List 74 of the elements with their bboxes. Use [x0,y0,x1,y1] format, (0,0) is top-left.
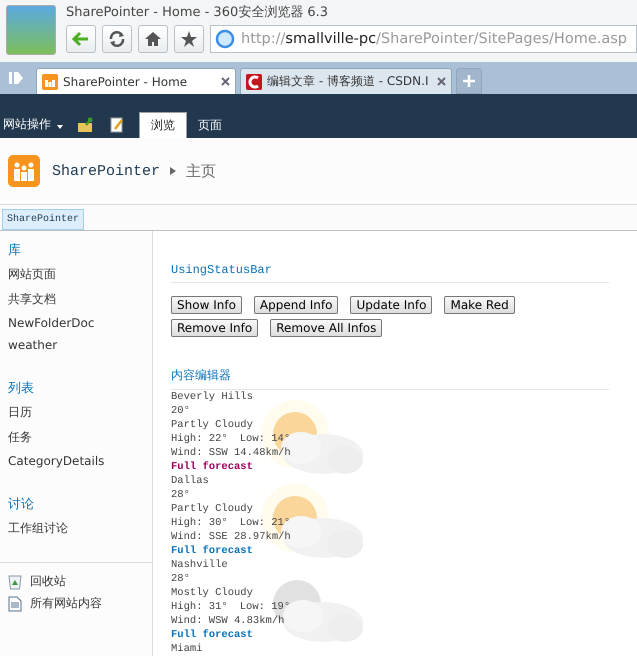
refresh-button[interactable] [102,25,132,53]
site-content-link[interactable]: 回收站 [30,573,66,590]
quick-launch-link[interactable]: weather [8,335,144,357]
site-actions-menu[interactable]: 网站操作 [3,116,51,138]
ribbon-tab[interactable]: 浏览 [139,112,187,138]
close-icon[interactable] [221,77,230,86]
quick-launch-heading[interactable]: 列表 [8,377,144,401]
address-field[interactable]: http://smallville-pc/SharePointer/SitePages/Home.asp [210,25,637,53]
status-button[interactable]: Show Info [171,296,242,314]
home-icon [144,31,162,47]
back-button[interactable] [66,25,96,53]
low-temperature: Low: 21° [240,516,290,530]
browser-tab[interactable]: SharePointer - Home [36,68,236,94]
globe-icon [215,29,235,49]
quick-launch-link[interactable]: NewFolderDoc [8,313,144,335]
star-icon [180,30,198,48]
quick-launch-heading[interactable]: 讨论 [8,493,144,517]
browser-tab[interactable]: 编辑文章 - 博客频道 - CSDN.I [240,68,452,94]
quick-launch-heading[interactable]: 库 [8,239,144,263]
forecast-link[interactable]: Full forecast [171,545,253,557]
caret-icon[interactable] [57,125,63,129]
plus-icon [463,75,475,87]
wind-info: Wind: SSE 28.97km/h [171,530,292,544]
c-logo-icon [246,74,262,90]
forecast-link[interactable]: Full forecast [171,629,253,641]
high-temperature: High: 31° [171,600,228,614]
breadcrumb-arrow-icon [170,167,176,175]
weather-condition: Partly Cloudy [171,418,254,432]
weather-condition: Mostly Cloudy [171,586,254,600]
temperature: 28° [171,488,191,502]
refresh-icon [108,30,126,48]
web-part-title: 内容编辑器 [171,367,609,390]
status-button[interactable]: Remove Info [171,319,258,337]
status-button[interactable]: Remove All Infos [270,319,382,337]
weather-condition: Partly Cloudy [171,502,254,516]
low-temperature: Low: 19° [240,600,290,614]
status-button[interactable]: Update Info [350,296,432,314]
top-nav-link[interactable]: SharePointer [2,209,84,230]
document-icon [8,596,22,612]
wind-info: Wind: WSW 4.83km/h [171,614,286,628]
window-title: SharePointer - Home - 360安全浏览器 6.3 [66,4,330,22]
quick-launch-link[interactable]: 任务 [8,426,144,451]
edit-page-icon[interactable] [109,117,125,133]
back-arrow-icon [72,31,90,47]
quick-launch-link[interactable]: CategoryDetails [8,451,144,473]
city-name: Beverly Hills [171,390,254,404]
quick-launch-link[interactable]: 工作组讨论 [8,517,144,542]
city-name: Miami [171,642,204,656]
web-part-title: UsingStatusBar [171,263,609,283]
forecast-link[interactable]: Full forecast [171,461,253,473]
status-button[interactable]: Append Info [254,296,338,314]
city-name: Nashville [171,558,229,572]
close-icon[interactable] [437,77,446,86]
page-title: 主页 [186,162,216,180]
quick-launch-link[interactable]: 日历 [8,401,144,426]
avatar-placeholder [6,5,56,55]
status-button[interactable]: Make Red [444,296,515,314]
wind-info: Wind: SSW 14.48km/h [171,446,292,460]
ribbon-tab[interactable]: 页面 [187,113,233,138]
home-button[interactable] [138,25,168,53]
high-temperature: High: 22° [171,432,228,446]
city-name: Dallas [171,474,210,488]
low-temperature: Low: 14° [240,432,290,446]
temperature: 20° [171,404,191,418]
high-temperature: High: 30° [171,516,228,530]
sidebar-toggle-icon[interactable] [8,71,24,85]
temperature: 28° [171,572,191,586]
quick-launch-link[interactable]: 网站页面 [8,263,144,288]
folder-up-icon[interactable] [77,117,95,133]
favorite-button[interactable] [174,25,204,53]
quick-launch-link[interactable]: 共享文档 [8,288,144,313]
site-content-link[interactable]: 所有网站内容 [30,595,102,612]
site-title-link[interactable]: SharePointer [52,162,160,180]
recycle-bin-icon [8,574,22,590]
